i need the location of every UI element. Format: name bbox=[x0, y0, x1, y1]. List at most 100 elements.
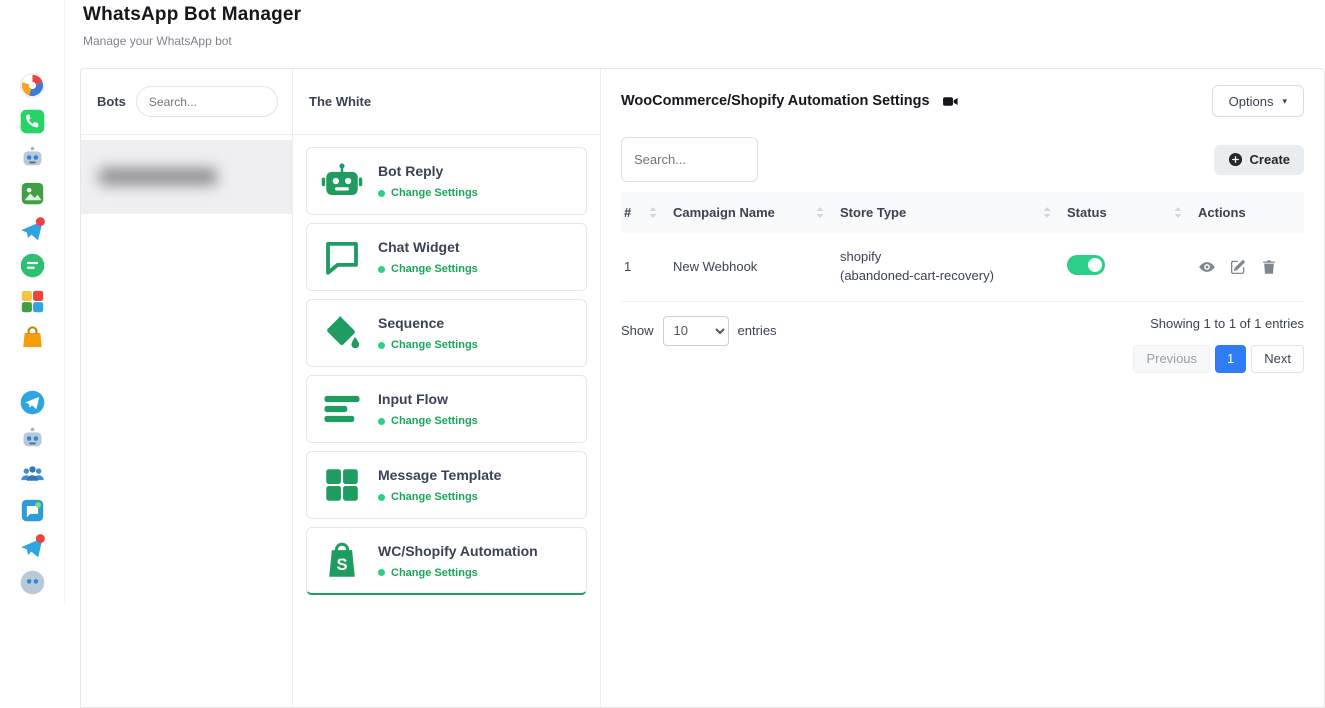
bot-list-item[interactable] bbox=[81, 140, 292, 214]
bot-name-header: The White bbox=[293, 69, 600, 135]
sort-icon[interactable] bbox=[649, 207, 657, 218]
automation-title-text: WooCommerce/Shopify Automation Settings bbox=[621, 93, 930, 109]
table-search-input[interactable] bbox=[621, 137, 758, 182]
card-bot-reply[interactable]: Bot Reply Change Settings bbox=[306, 147, 587, 215]
store-type-line2: (abandoned-cart-recovery) bbox=[840, 267, 1051, 286]
bot-list bbox=[81, 135, 292, 214]
change-settings-link[interactable]: Change Settings bbox=[378, 187, 478, 199]
collage-icon[interactable] bbox=[19, 288, 46, 315]
bots-search-input[interactable] bbox=[136, 86, 278, 117]
chat-circle-icon[interactable] bbox=[19, 252, 46, 279]
table-footer: Show 10 entries Showing 1 to 1 of 1 entr… bbox=[621, 316, 1304, 373]
shopping-bag-icon[interactable] bbox=[19, 324, 46, 351]
main-card: Bots The White Bot Reply bbox=[80, 68, 1325, 708]
table-toolbar: Create bbox=[621, 137, 1304, 182]
header-label: Actions bbox=[1198, 205, 1246, 220]
header-campaign-name[interactable]: Campaign Name bbox=[665, 192, 832, 233]
app-logo-icon[interactable] bbox=[19, 72, 46, 99]
cell-actions bbox=[1190, 233, 1304, 301]
telegram-icon[interactable] bbox=[19, 389, 46, 416]
grid-icon bbox=[321, 464, 363, 506]
store-type-line1: shopify bbox=[840, 248, 1051, 267]
robot-bot-icon-2[interactable] bbox=[19, 425, 46, 452]
blurred-bot-name bbox=[99, 168, 217, 185]
automation-table: # Campaign Name Store Type Status bbox=[621, 192, 1304, 302]
sort-icon[interactable] bbox=[816, 207, 824, 218]
pagination: Previous 1 Next bbox=[1133, 345, 1304, 373]
status-dot-icon bbox=[378, 418, 385, 425]
header-label: Store Type bbox=[840, 205, 906, 220]
change-settings-label: Change Settings bbox=[391, 415, 478, 427]
automation-header: WooCommerce/Shopify Automation Settings … bbox=[621, 85, 1304, 117]
card-title: Bot Reply bbox=[378, 163, 478, 179]
video-camera-icon[interactable] bbox=[940, 93, 961, 110]
change-settings-link[interactable]: Change Settings bbox=[378, 491, 501, 503]
card-wc-shopify-automation[interactable]: S WC/Shopify Automation Change Settings bbox=[306, 527, 587, 595]
change-settings-link[interactable]: Change Settings bbox=[378, 339, 478, 351]
create-button[interactable]: Create bbox=[1214, 145, 1304, 175]
cell-store-type: shopify (abandoned-cart-recovery) bbox=[832, 233, 1059, 301]
table-header-row: # Campaign Name Store Type Status bbox=[621, 192, 1304, 233]
status-toggle[interactable] bbox=[1067, 255, 1105, 275]
change-settings-link[interactable]: Change Settings bbox=[378, 415, 478, 427]
telegram-campaign-icon[interactable] bbox=[19, 216, 46, 243]
change-settings-label: Change Settings bbox=[391, 263, 478, 275]
robot-partial-icon[interactable] bbox=[19, 569, 46, 596]
entries-label: entries bbox=[738, 323, 777, 338]
options-button-label: Options bbox=[1229, 94, 1274, 109]
show-label: Show bbox=[621, 323, 654, 338]
edit-pencil-icon[interactable] bbox=[1229, 258, 1247, 276]
bots-search bbox=[136, 86, 278, 117]
card-input-flow[interactable]: Input Flow Change Settings bbox=[306, 375, 587, 443]
status-dot-icon bbox=[378, 494, 385, 501]
card-title: Message Template bbox=[378, 467, 501, 483]
view-eye-icon[interactable] bbox=[1198, 258, 1216, 276]
toggle-knob bbox=[1088, 258, 1102, 272]
change-settings-link[interactable]: Change Settings bbox=[378, 567, 538, 579]
page-subtitle: Manage your WhatsApp bot bbox=[83, 34, 301, 48]
pagination-next-button[interactable]: Next bbox=[1251, 345, 1304, 373]
header-label: # bbox=[624, 205, 631, 220]
change-settings-link[interactable]: Change Settings bbox=[378, 263, 478, 275]
card-title: WC/Shopify Automation bbox=[378, 543, 538, 559]
live-chat-icon[interactable] bbox=[19, 497, 46, 524]
status-dot-icon bbox=[378, 266, 385, 273]
header-store-type[interactable]: Store Type bbox=[832, 192, 1059, 233]
whatsapp-icon[interactable] bbox=[19, 108, 46, 135]
pagination-previous-button[interactable]: Previous bbox=[1133, 345, 1210, 373]
delete-trash-icon[interactable] bbox=[1260, 258, 1278, 276]
cell-status bbox=[1059, 233, 1190, 301]
card-title: Sequence bbox=[378, 315, 478, 331]
header-label: Campaign Name bbox=[673, 205, 775, 220]
showing-entries-text: Showing 1 to 1 of 1 entries bbox=[1150, 316, 1304, 331]
feature-cards: Bot Reply Change Settings Chat Widget Ch… bbox=[293, 135, 600, 595]
card-chat-widget[interactable]: Chat Widget Change Settings bbox=[306, 223, 587, 291]
sort-icon[interactable] bbox=[1174, 207, 1182, 218]
bots-panel-title: Bots bbox=[97, 94, 126, 109]
card-message-template[interactable]: Message Template Change Settings bbox=[306, 451, 587, 519]
robot-bot-icon[interactable] bbox=[19, 144, 46, 171]
shopify-bag-icon: S bbox=[321, 540, 363, 582]
change-settings-label: Change Settings bbox=[391, 339, 478, 351]
page-size-select[interactable]: 10 bbox=[663, 316, 729, 346]
chevron-down-icon: ▾ bbox=[1282, 97, 1287, 106]
pagination-page-1-button[interactable]: 1 bbox=[1215, 345, 1246, 373]
audience-icon[interactable] bbox=[19, 461, 46, 488]
status-dot-icon bbox=[378, 569, 385, 576]
plus-circle-icon bbox=[1228, 152, 1243, 167]
sort-icon[interactable] bbox=[1043, 207, 1051, 218]
gallery-icon[interactable] bbox=[19, 180, 46, 207]
change-settings-label: Change Settings bbox=[391, 187, 478, 199]
page-header: WhatsApp Bot Manager Manage your WhatsAp… bbox=[83, 4, 301, 48]
options-button[interactable]: Options ▾ bbox=[1212, 85, 1304, 117]
card-title: Input Flow bbox=[378, 391, 478, 407]
automation-settings-panel: WooCommerce/Shopify Automation Settings … bbox=[601, 69, 1324, 707]
header-status[interactable]: Status bbox=[1059, 192, 1190, 233]
header-num[interactable]: # bbox=[621, 192, 665, 233]
table-row: 1 New Webhook shopify (abandoned-cart-re… bbox=[621, 233, 1304, 301]
svg-text:S: S bbox=[336, 555, 347, 574]
card-sequence[interactable]: Sequence Change Settings bbox=[306, 299, 587, 367]
header-actions: Actions bbox=[1190, 192, 1304, 233]
change-settings-label: Change Settings bbox=[391, 491, 478, 503]
telegram-campaign-icon-2[interactable] bbox=[19, 533, 46, 560]
